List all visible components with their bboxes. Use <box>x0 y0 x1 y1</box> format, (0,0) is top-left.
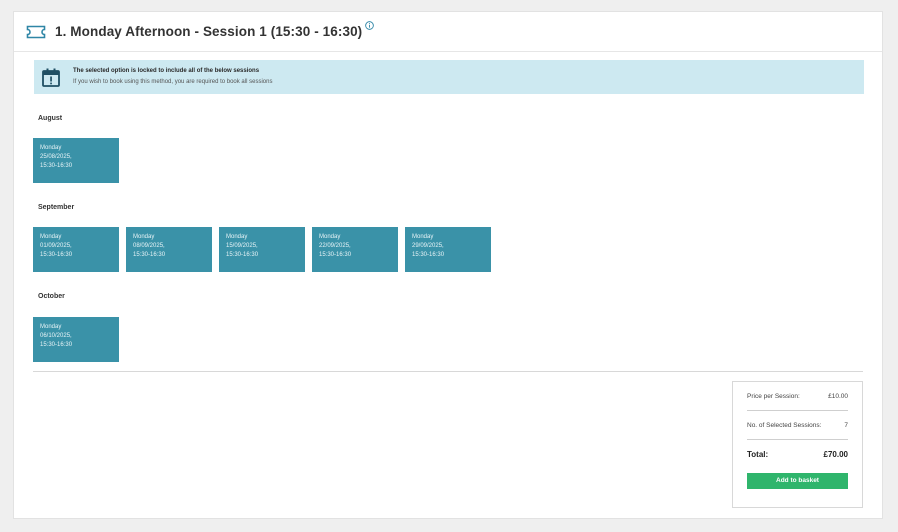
add-to-basket-button[interactable]: Add to basket <box>747 473 848 489</box>
session-date: 29/09/2025, <box>412 243 444 249</box>
session-date: 01/09/2025, <box>40 243 72 249</box>
session-date: 08/09/2025, <box>133 243 165 249</box>
session-day: Monday <box>226 234 248 240</box>
session-tile[interactable]: Monday 08/09/2025, 15:30-16:30 <box>126 227 212 272</box>
session-date: 15/09/2025, <box>226 243 258 249</box>
count-value: 7 <box>844 421 848 429</box>
price-label: Price per Session: <box>747 392 800 400</box>
session-date: 22/09/2025, <box>319 243 351 249</box>
alert-subtitle: If you wish to book using this method, y… <box>73 79 273 85</box>
session-row-august: Monday 25/08/2025, 15:30-16:30 <box>33 138 126 183</box>
session-time: 15:30-16:30 <box>319 252 352 258</box>
price-row: Price per Session: £10.00 <box>747 382 848 411</box>
card-header: 1. Monday Afternoon - Session 1 (15:30 -… <box>14 12 882 52</box>
count-label: No. of Selected Sessions: <box>747 421 822 429</box>
alert-title: The selected option is locked to include… <box>73 68 260 74</box>
total-label: Total: <box>747 450 769 459</box>
divider <box>33 371 863 372</box>
total-row: Total: £70.00 <box>747 440 848 469</box>
info-icon[interactable] <box>365 21 375 30</box>
count-row: No. of Selected Sessions: 7 <box>747 411 848 440</box>
session-tile[interactable]: Monday 29/09/2025, 15:30-16:30 <box>405 227 491 272</box>
session-tile[interactable]: Monday 15/09/2025, 15:30-16:30 <box>219 227 305 272</box>
session-tile[interactable]: Monday 01/09/2025, 15:30-16:30 <box>33 227 119 272</box>
session-day: Monday <box>412 234 434 240</box>
month-heading-october: October <box>38 293 65 300</box>
session-time: 15:30-16:30 <box>40 252 73 258</box>
session-time: 15:30-16:30 <box>412 252 445 258</box>
session-row-october: Monday 06/10/2025, 15:30-16:30 <box>33 317 126 362</box>
session-time: 15:30-16:30 <box>133 252 166 258</box>
ticket-icon <box>26 25 46 38</box>
page-title: 1. Monday Afternoon - Session 1 (15:30 -… <box>55 24 363 39</box>
session-day: Monday <box>40 145 62 151</box>
session-day: Monday <box>319 234 341 240</box>
total-value: £70.00 <box>823 450 848 459</box>
session-time: 15:30-16:30 <box>40 163 73 169</box>
session-tile[interactable]: Monday 25/08/2025, 15:30-16:30 <box>33 138 119 183</box>
alert-text: The selected option is locked to include… <box>73 66 272 88</box>
session-day: Monday <box>40 324 62 330</box>
session-tile[interactable]: Monday 22/09/2025, 15:30-16:30 <box>312 227 398 272</box>
session-row-september: Monday 01/09/2025, 15:30-16:30 Monday 08… <box>33 227 498 272</box>
session-date: 06/10/2025, <box>40 333 72 339</box>
month-heading-august: August <box>38 115 63 122</box>
session-day: Monday <box>40 234 62 240</box>
session-day: Monday <box>133 234 155 240</box>
session-date: 25/08/2025, <box>40 154 72 160</box>
month-heading-september: September <box>38 204 75 211</box>
booking-summary: Price per Session: £10.00 No. of Selecte… <box>732 381 863 508</box>
session-time: 15:30-16:30 <box>40 342 73 348</box>
calendar-alert-icon <box>42 68 60 87</box>
locked-sessions-alert: The selected option is locked to include… <box>34 60 864 94</box>
session-card: 1. Monday Afternoon - Session 1 (15:30 -… <box>13 11 883 519</box>
session-tile[interactable]: Monday 06/10/2025, 15:30-16:30 <box>33 317 119 362</box>
price-value: £10.00 <box>828 392 848 400</box>
session-time: 15:30-16:30 <box>226 252 259 258</box>
